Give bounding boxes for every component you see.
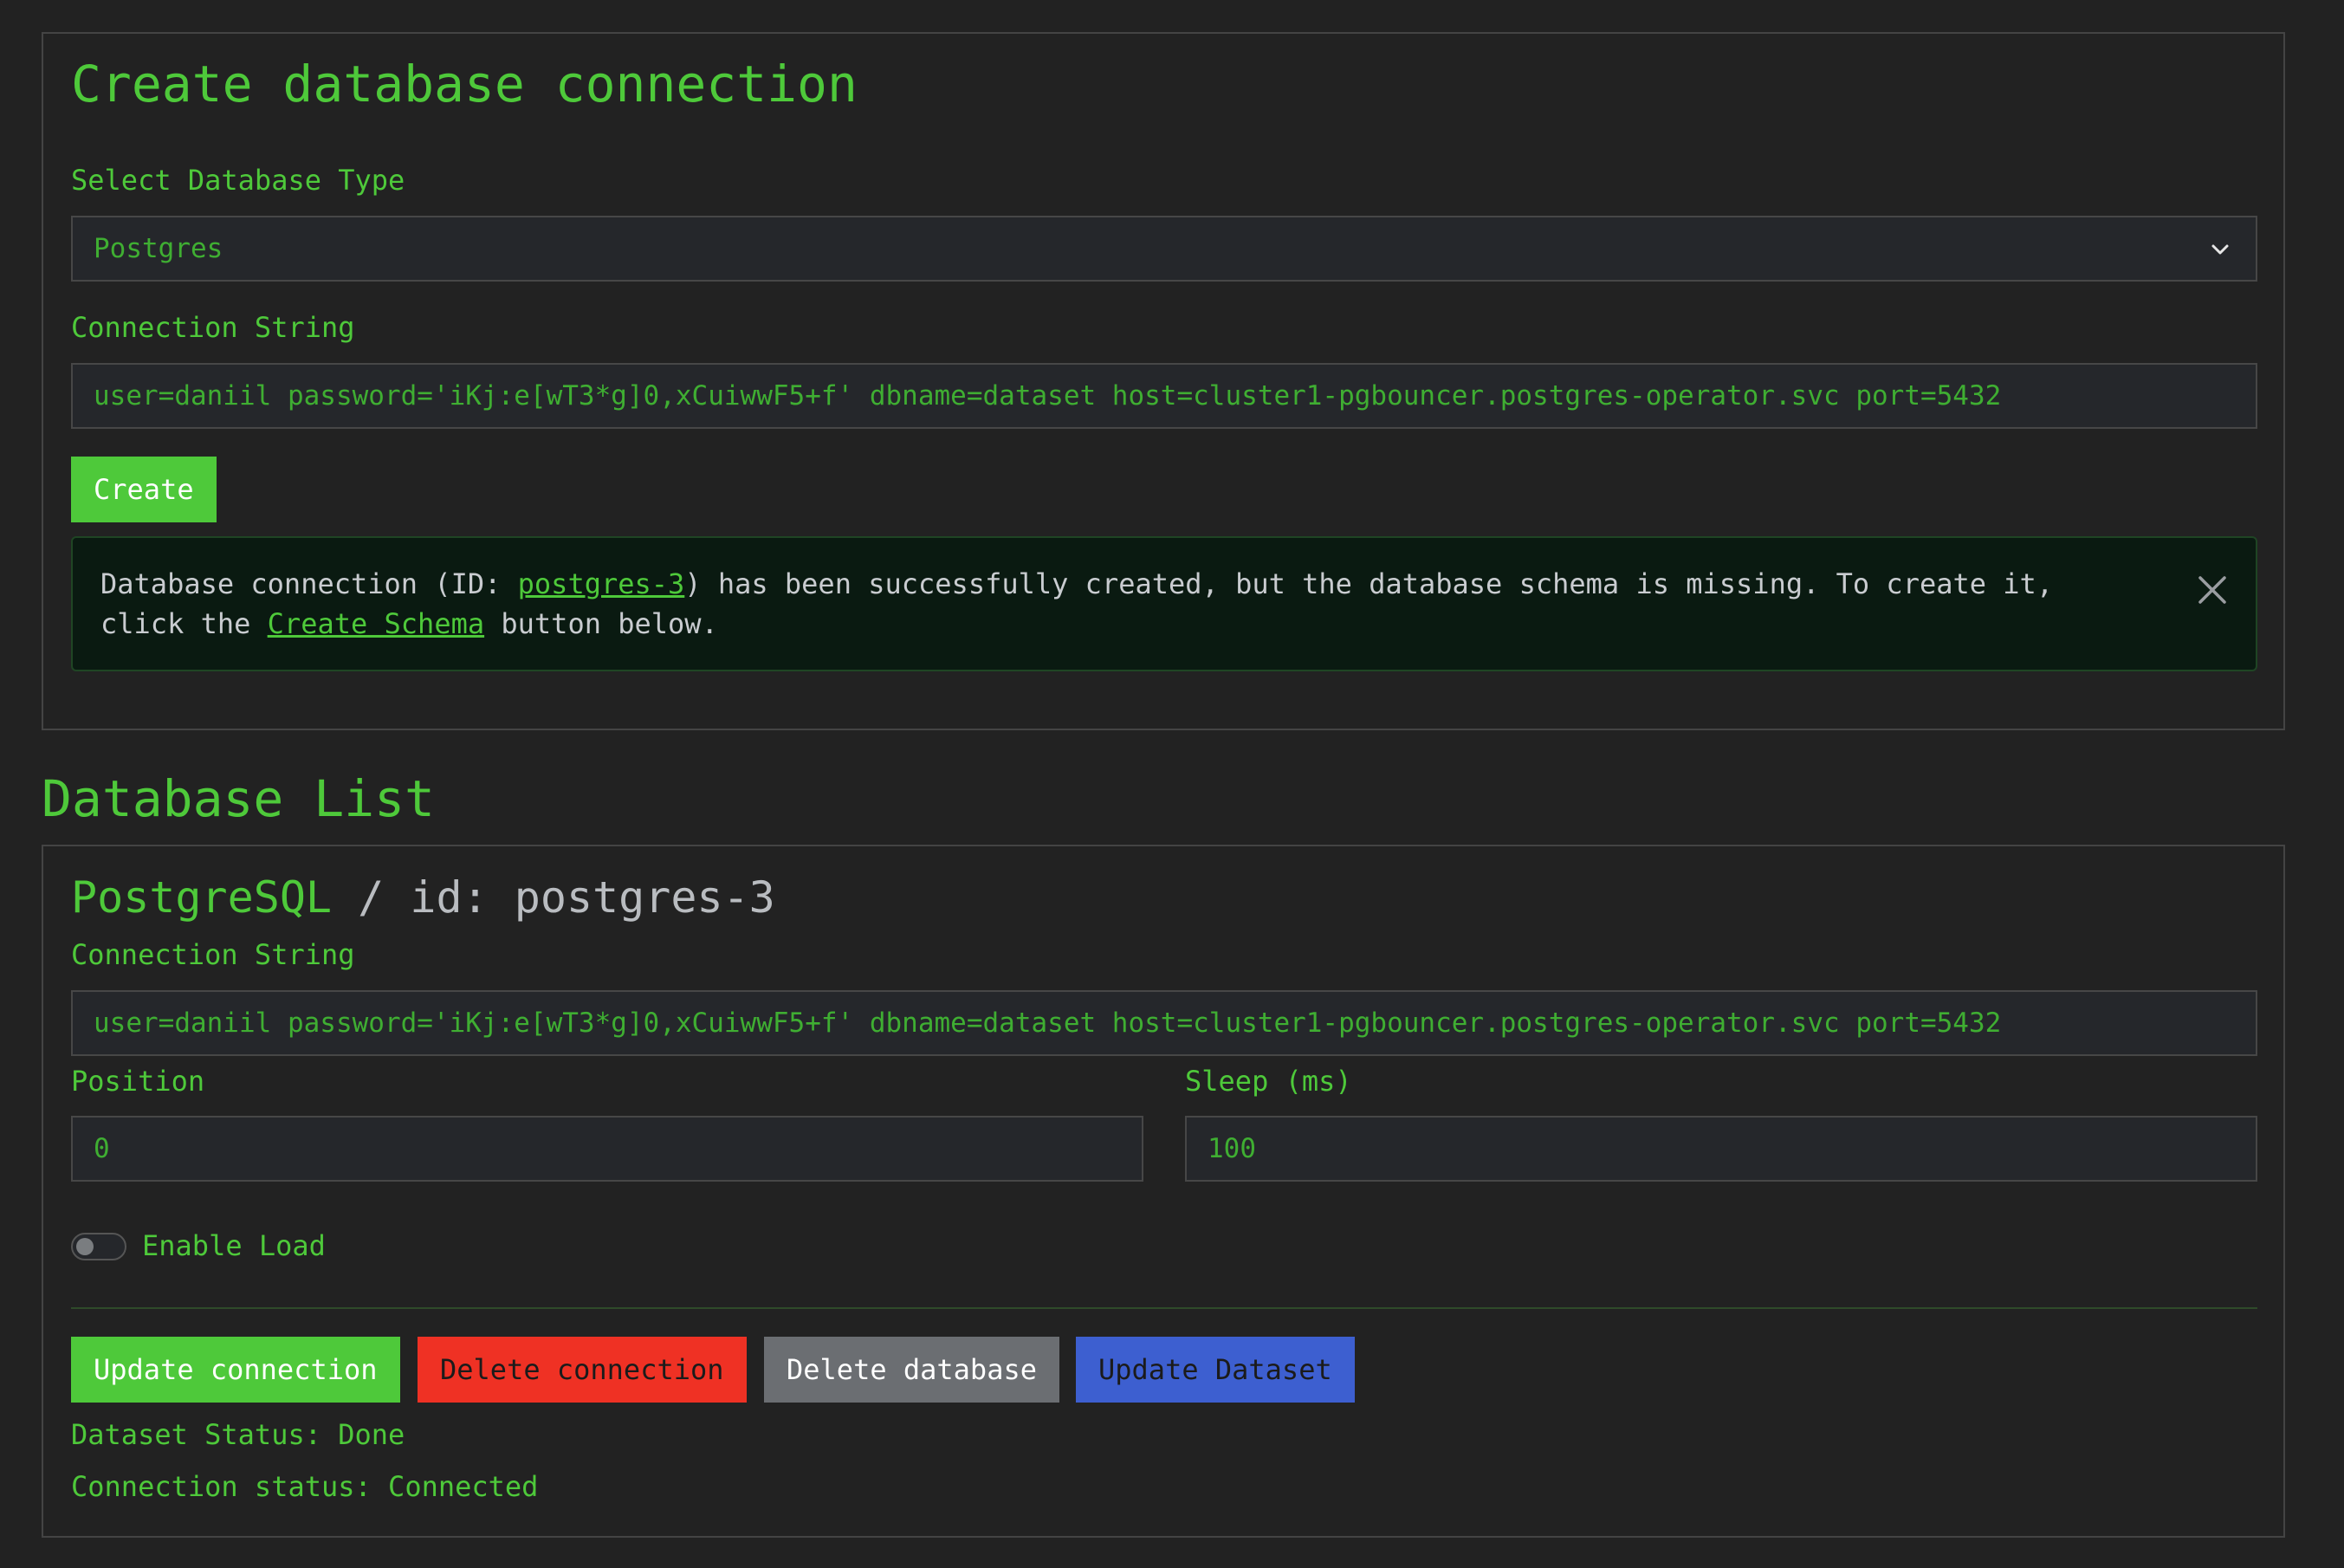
toggle-knob	[76, 1238, 94, 1255]
database-list-title: Database List	[42, 769, 435, 828]
create-schema-link[interactable]: Create Schema	[268, 607, 484, 640]
update-dataset-button[interactable]: Update Dataset	[1076, 1337, 1355, 1403]
card-conn-string-label: Connection String	[71, 938, 355, 971]
sleep-label: Sleep (ms)	[1185, 1065, 1352, 1098]
delete-connection-button[interactable]: Delete connection	[418, 1337, 747, 1403]
database-id-text: / id: postgres-3	[332, 872, 775, 923]
database-type-name: PostgreSQL	[71, 872, 333, 923]
update-connection-button[interactable]: Update connection	[71, 1337, 400, 1403]
dataset-status: Dataset Status: Done	[71, 1418, 405, 1451]
create-button[interactable]: Create	[71, 457, 217, 522]
alert-text-before: Database connection (ID:	[100, 567, 518, 600]
db-type-selected-value: Postgres	[94, 233, 223, 264]
connection-status: Connection status: Connected	[71, 1470, 539, 1503]
alert-text-after: button below.	[484, 607, 718, 640]
card-conn-string-input[interactable]	[71, 990, 2257, 1056]
close-icon[interactable]	[2195, 573, 2230, 607]
card-divider	[71, 1307, 2257, 1309]
sleep-input[interactable]	[1185, 1116, 2257, 1182]
conn-string-label: Connection String	[71, 311, 355, 344]
database-card-title: PostgreSQL / id: postgres-3	[71, 872, 775, 923]
alert-id-link[interactable]: postgres-3	[518, 567, 685, 600]
delete-database-button[interactable]: Delete database	[764, 1337, 1059, 1403]
database-card: PostgreSQL / id: postgres-3 Connection S…	[42, 845, 2285, 1538]
position-label: Position	[71, 1065, 205, 1098]
conn-string-input[interactable]	[71, 363, 2257, 429]
success-alert: Database connection (ID: postgres-3) has…	[71, 536, 2257, 671]
enable-load-label: Enable Load	[142, 1229, 326, 1262]
enable-load-toggle[interactable]	[71, 1233, 126, 1260]
db-type-label: Select Database Type	[71, 164, 405, 197]
position-input[interactable]	[71, 1116, 1143, 1182]
create-connection-panel: Create database connection Select Databa…	[42, 32, 2285, 730]
chevron-down-icon	[2211, 244, 2229, 255]
db-type-select[interactable]: Postgres	[71, 216, 2257, 282]
create-connection-title: Create database connection	[71, 55, 858, 113]
